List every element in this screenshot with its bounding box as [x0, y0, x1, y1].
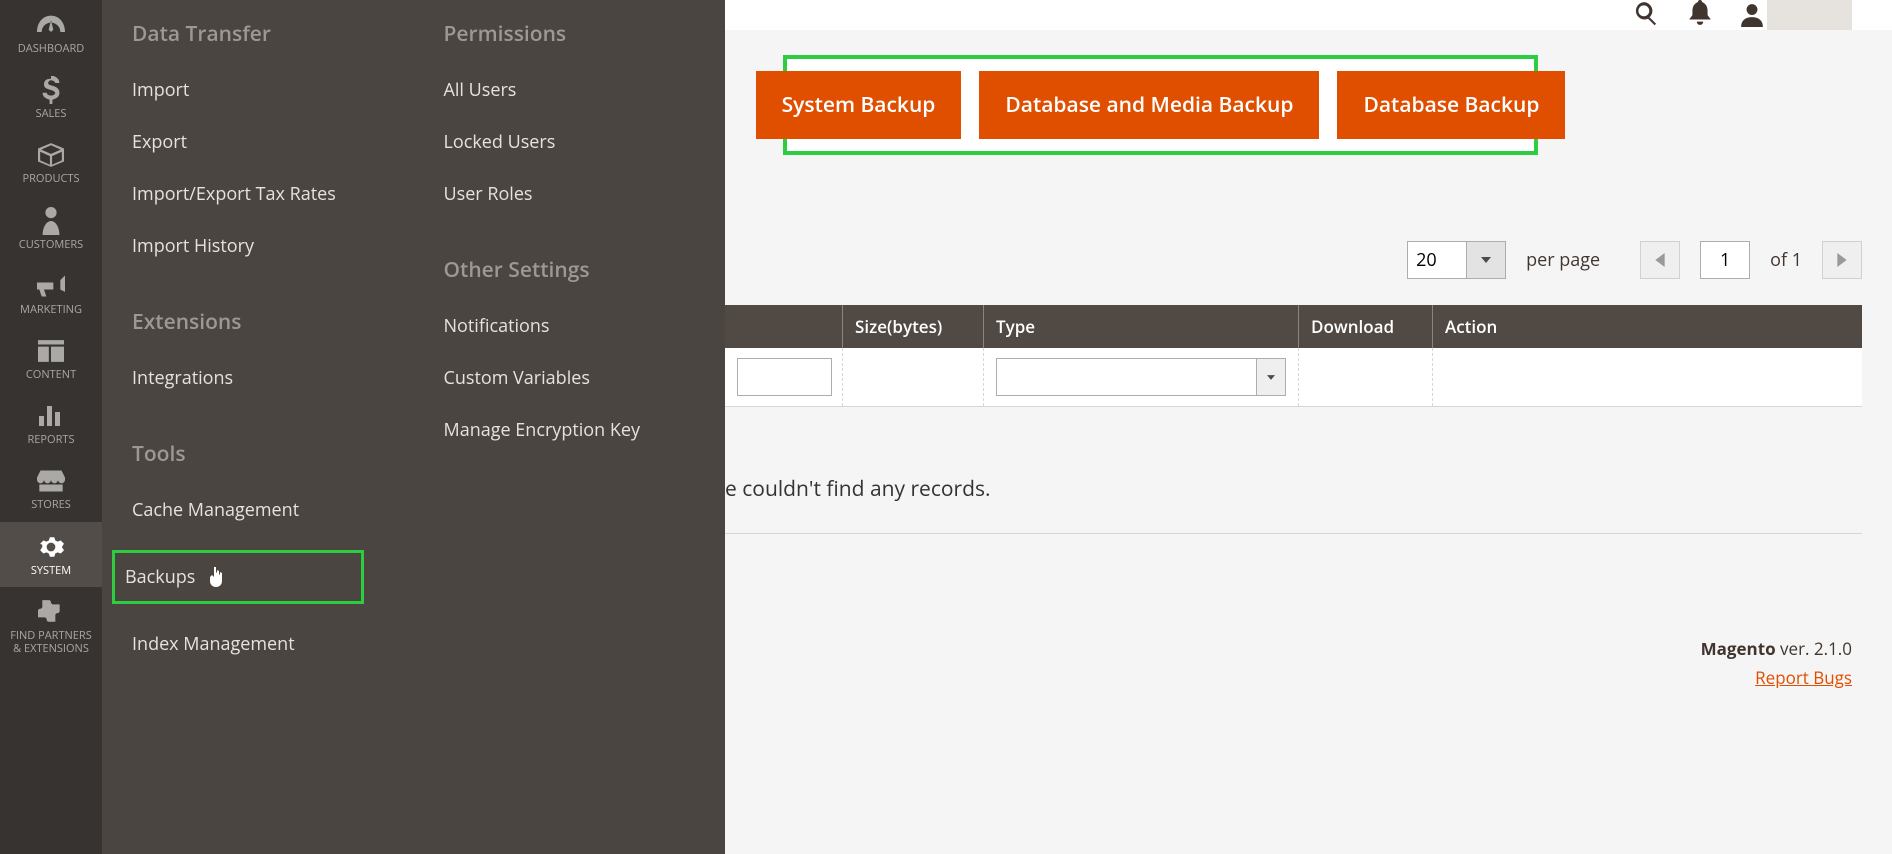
megaphone-icon: [37, 271, 65, 301]
flyout-link-locked-users[interactable]: Locked Users: [444, 130, 696, 154]
per-page-label: per page: [1526, 248, 1600, 272]
filter-select-type[interactable]: [996, 358, 1257, 396]
flyout-link-user-roles[interactable]: User Roles: [444, 182, 696, 206]
person-icon: [42, 206, 60, 236]
filter-cell-time: [725, 348, 843, 406]
dashboard-icon: [37, 10, 65, 40]
sidebar-label: SYSTEM: [31, 564, 71, 577]
page-footer: Magento ver. 2.1.0 Report Bugs: [1701, 637, 1852, 689]
flyout-link-export[interactable]: Export: [132, 130, 384, 154]
sidebar-item-system[interactable]: SYSTEM: [0, 522, 102, 587]
flyout-heading-other-settings: Other Settings: [444, 256, 696, 284]
system-backup-button[interactable]: System Backup: [756, 71, 962, 139]
backups-table: Size(bytes) Type Download Action: [725, 305, 1862, 407]
sidebar-label: FIND PARTNERS & EXTENSIONS: [10, 629, 92, 655]
footer-version: ver. 2.1.0: [1776, 637, 1852, 660]
page-size-input[interactable]: [1407, 241, 1467, 279]
gear-icon: [38, 532, 64, 562]
table-header-action[interactable]: Action: [1433, 305, 1862, 348]
sidebar-label: DASHBOARD: [18, 42, 84, 55]
flyout-link-backups[interactable]: Backups: [112, 550, 364, 604]
pagination-controls: per page of 1: [725, 240, 1862, 280]
flyout-column-1: Data Transfer Import Export Import/Expor…: [102, 20, 414, 854]
table-header-row: Size(bytes) Type Download Action: [725, 305, 1862, 348]
sidebar-item-customers[interactable]: CUSTOMERS: [0, 196, 102, 261]
flyout-heading-permissions: Permissions: [444, 20, 696, 48]
prev-page-button[interactable]: [1640, 241, 1680, 279]
database-media-backup-button[interactable]: Database and Media Backup: [979, 71, 1319, 139]
flyout-link-import-history[interactable]: Import History: [132, 234, 384, 258]
sidebar-label: MARKETING: [20, 303, 82, 316]
filter-input-time[interactable]: [737, 358, 832, 396]
sidebar-label: CUSTOMERS: [19, 238, 83, 251]
sidebar-label: SALES: [36, 107, 67, 120]
flyout-link-custom-variables[interactable]: Custom Variables: [444, 366, 696, 390]
sidebar-label: CONTENT: [26, 368, 76, 381]
table-header-size[interactable]: Size(bytes): [843, 305, 984, 348]
no-records-message: e couldn't find any records.: [725, 475, 1862, 534]
sidebar-item-dashboard[interactable]: DASHBOARD: [0, 0, 102, 65]
page-count-label: of 1: [1770, 248, 1802, 272]
flyout-link-encryption-key[interactable]: Manage Encryption Key: [444, 418, 696, 442]
flyout-link-index-management[interactable]: Index Management: [132, 632, 384, 656]
backup-action-buttons: System Backup Database and Media Backup …: [783, 55, 1538, 155]
sidebar-item-stores[interactable]: STORES: [0, 456, 102, 521]
sidebar-label: REPORTS: [28, 433, 75, 446]
flyout-link-all-users[interactable]: All Users: [444, 78, 696, 102]
sidebar-item-partners[interactable]: FIND PARTNERS & EXTENSIONS: [0, 587, 102, 665]
sidebar-label: STORES: [31, 498, 71, 511]
filter-cell-download: [1299, 348, 1433, 406]
database-backup-button[interactable]: Database Backup: [1337, 71, 1565, 139]
admin-sidebar: DASHBOARD SALES PRODUCTS CUSTOMERS MARKE…: [0, 0, 102, 854]
dollar-icon: [42, 75, 60, 105]
sidebar-item-marketing[interactable]: MARKETING: [0, 261, 102, 326]
bell-icon[interactable]: [1689, 0, 1711, 31]
flyout-column-2: Permissions All Users Locked Users User …: [414, 20, 726, 854]
system-flyout-menu: Data Transfer Import Export Import/Expor…: [102, 0, 725, 854]
user-icon[interactable]: [1741, 0, 1852, 30]
bar-chart-icon: [39, 401, 63, 431]
flyout-heading-extensions: Extensions: [132, 308, 384, 336]
filter-cell-size: [843, 348, 984, 406]
store-icon: [37, 466, 65, 496]
flyout-heading-data-transfer: Data Transfer: [132, 20, 384, 48]
top-header: [725, 0, 1892, 30]
flyout-link-import-export-tax[interactable]: Import/Export Tax Rates: [132, 182, 384, 206]
filter-select-type-button[interactable]: [1257, 358, 1286, 396]
table-header-time[interactable]: [725, 305, 843, 348]
page-size-dropdown-button[interactable]: [1466, 241, 1506, 279]
flyout-link-cache-management[interactable]: Cache Management: [132, 498, 384, 522]
footer-brand: Magento: [1701, 637, 1776, 660]
table-filter-row: [725, 348, 1862, 407]
admin-dropdown[interactable]: [1767, 0, 1852, 30]
sidebar-item-products[interactable]: PRODUCTS: [0, 130, 102, 195]
cube-icon: [38, 140, 64, 170]
layout-icon: [38, 336, 64, 366]
sidebar-item-reports[interactable]: REPORTS: [0, 391, 102, 456]
search-icon[interactable]: [1633, 0, 1659, 31]
sidebar-item-sales[interactable]: SALES: [0, 65, 102, 130]
flyout-link-backups-label: Backups: [125, 565, 195, 589]
next-page-button[interactable]: [1822, 241, 1862, 279]
filter-cell-type: [984, 348, 1299, 406]
sidebar-label: PRODUCTS: [23, 172, 80, 185]
flyout-link-import[interactable]: Import: [132, 78, 384, 102]
current-page-input[interactable]: [1700, 241, 1750, 279]
flyout-link-notifications[interactable]: Notifications: [444, 314, 696, 338]
filter-cell-action: [1433, 348, 1862, 406]
cursor-pointer-icon: [207, 567, 225, 587]
flyout-heading-tools: Tools: [132, 440, 384, 468]
table-header-download[interactable]: Download: [1299, 305, 1433, 348]
puzzle-icon: [38, 597, 64, 627]
sidebar-item-content[interactable]: CONTENT: [0, 326, 102, 391]
flyout-link-integrations[interactable]: Integrations: [132, 366, 384, 390]
report-bugs-link[interactable]: Report Bugs: [1701, 666, 1852, 689]
table-header-type[interactable]: Type: [984, 305, 1299, 348]
